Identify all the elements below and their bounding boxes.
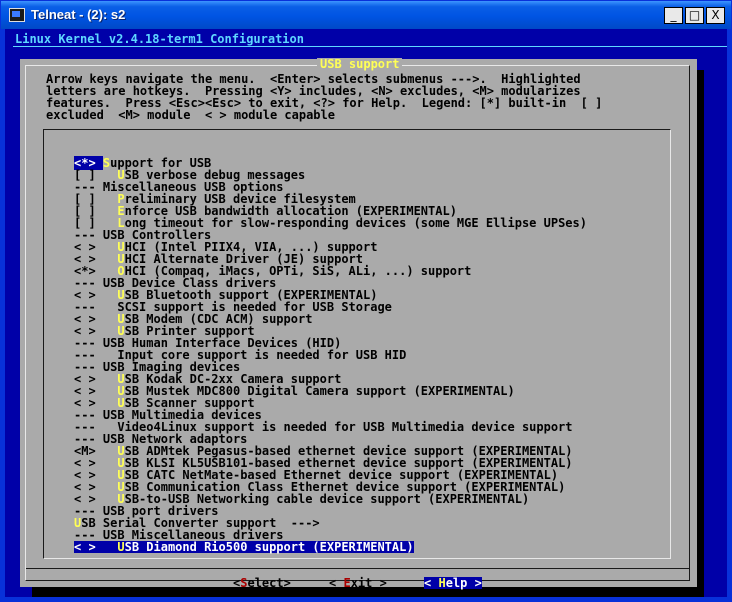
instruction-line: excluded <M> module < > module capable xyxy=(46,108,335,122)
usb-support-dialog: USB support Arrow keys navigate the menu… xyxy=(20,58,697,589)
telnet-window: Telneat - (2): s2 _ □ X Linux Kernel v2.… xyxy=(0,0,732,602)
maximize-button[interactable]: □ xyxy=(685,7,704,24)
dialog-shadow-bottom xyxy=(32,593,704,597)
terminal-screen[interactable]: Linux Kernel v2.4.18-term1 Configuration… xyxy=(5,29,727,597)
exit-button[interactable]: < Exit > xyxy=(329,577,387,589)
menu-item[interactable]: < > USB Diamond Rio500 support (EXPERIME… xyxy=(74,541,414,553)
config-header: Linux Kernel v2.4.18-term1 Configuration xyxy=(15,32,304,46)
select-button[interactable]: <Select> xyxy=(233,577,291,589)
close-button[interactable]: X xyxy=(706,7,725,24)
terminal-icon xyxy=(9,8,25,22)
title-bar[interactable]: Telneat - (2): s2 _ □ X xyxy=(1,1,731,29)
header-divider xyxy=(13,46,727,47)
button-divider xyxy=(26,568,690,569)
dialog-title: USB support xyxy=(317,58,403,70)
minimize-button[interactable]: _ xyxy=(664,7,683,24)
help-button[interactable]: < Help > xyxy=(424,577,482,589)
window-title: Telneat - (2): s2 xyxy=(31,7,126,22)
